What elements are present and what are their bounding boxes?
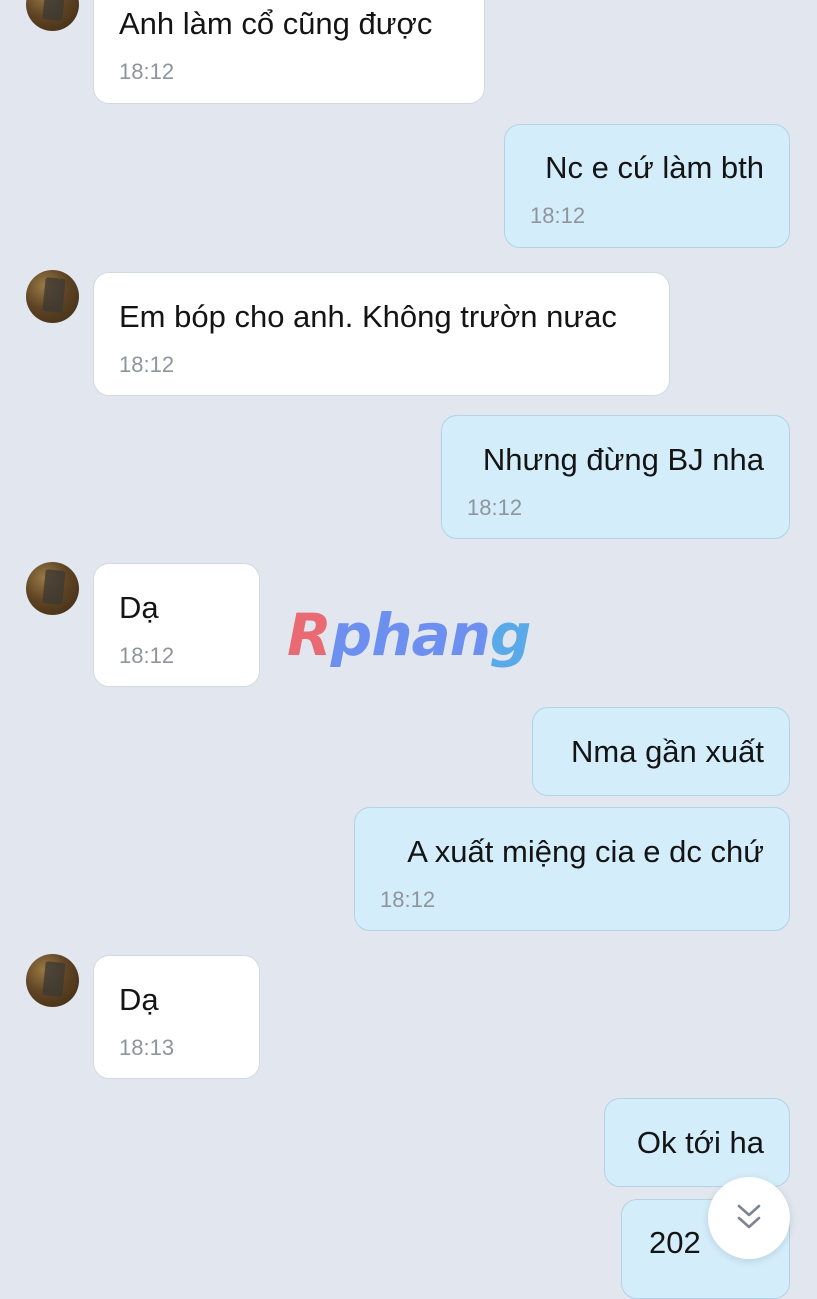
message-time: 18:13: [119, 1035, 175, 1060]
message-text: Dạ: [119, 982, 159, 1017]
message-text: Nhưng đừng BJ nha: [482, 442, 764, 477]
double-chevron-down-icon: [737, 1204, 761, 1229]
message-time: 18:12: [467, 495, 523, 520]
message-text: Nc e cứ làm bth: [545, 150, 764, 185]
scroll-to-bottom-button[interactable]: [708, 1177, 790, 1259]
message-bubble-outgoing[interactable]: Nhưng đừng BJ nha 18:12: [441, 415, 790, 539]
message-time: 18:12: [119, 643, 175, 668]
contact-avatar[interactable]: [26, 270, 79, 323]
message-bubble-incoming[interactable]: Anh làm cổ cũng được 18:12: [93, 0, 485, 104]
contact-avatar[interactable]: [26, 0, 79, 31]
message-time: 18:12: [119, 59, 175, 84]
message-bubble-incoming[interactable]: Em bóp cho anh. Không trườn nưac 18:12: [93, 272, 670, 396]
message-text: Nma gần xuất: [571, 734, 764, 769]
watermark-logo: Rphang: [287, 601, 531, 669]
message-time: 18:12: [530, 203, 586, 228]
message-text: Em bóp cho anh. Không trườn nưac: [119, 299, 617, 334]
message-bubble-outgoing[interactable]: Ok tới ha: [604, 1098, 790, 1187]
message-time: 18:12: [380, 887, 436, 912]
message-bubble-outgoing[interactable]: A xuất miệng cia e dc chứ 18:12: [354, 807, 790, 931]
message-time: 18:12: [119, 352, 175, 377]
message-text: Ok tới ha: [636, 1125, 764, 1160]
message-text: 202: [649, 1225, 701, 1260]
message-text: Dạ: [119, 590, 159, 625]
message-text: Anh làm cổ cũng được: [119, 6, 433, 41]
message-bubble-incoming[interactable]: Dạ 18:13: [93, 955, 260, 1079]
contact-avatar[interactable]: [26, 954, 79, 1007]
message-bubble-outgoing[interactable]: Nc e cứ làm bth 18:12: [504, 124, 790, 248]
message-bubble-incoming[interactable]: Dạ 18:12: [93, 563, 260, 687]
message-text: A xuất miệng cia e dc chứ: [407, 834, 764, 869]
contact-avatar[interactable]: [26, 562, 79, 615]
message-bubble-outgoing[interactable]: Nma gần xuất: [532, 707, 790, 796]
chat-message-list[interactable]: Anh làm cổ cũng được 18:12 Nc e cứ làm b…: [0, 0, 817, 1299]
